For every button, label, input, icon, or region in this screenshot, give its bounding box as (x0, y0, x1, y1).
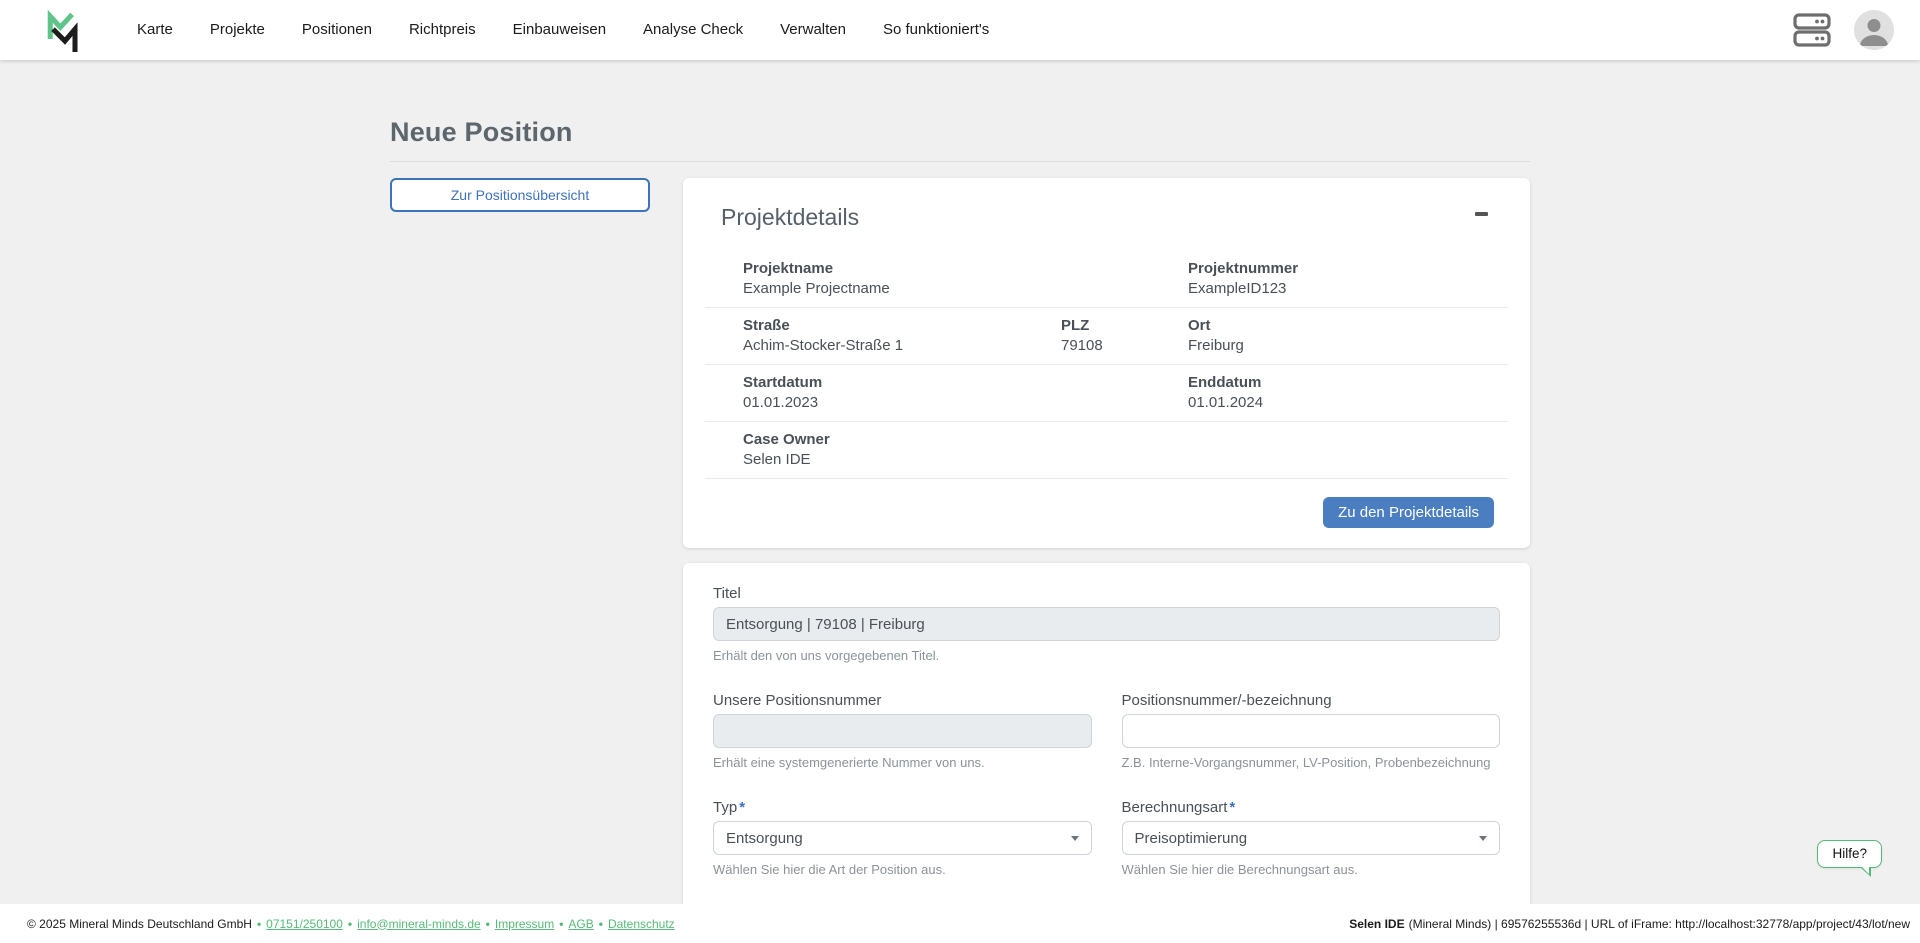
separator: • (599, 917, 603, 931)
table-row: Projektname Example Projectname Projektn… (705, 251, 1508, 308)
positions-overview-button[interactable]: Zur Positionsübersicht (390, 178, 650, 212)
table-row: Straße Achim-Stocker-Straße 1 PLZ 79108 … (705, 308, 1508, 365)
project-details-card: Projektdetails Projektname Example Proje… (683, 178, 1530, 548)
help-button[interactable]: Hilfe? (1817, 840, 1882, 868)
berechnungsart-label: Berechnungsart* (1122, 799, 1501, 816)
mineral-minds-logo[interactable] (43, 8, 85, 52)
main-nav: Karte Projekte Positionen Richtpreis Ein… (137, 21, 989, 39)
nav-so-funktionierts[interactable]: So funktioniert's (883, 21, 989, 38)
nav-analyse-check[interactable]: Analyse Check (643, 21, 743, 38)
unsere-positionsnummer-label: Unsere Positionsnummer (713, 692, 1092, 709)
berechnungsart-select[interactable]: Preisoptimierung (1122, 821, 1501, 855)
separator: • (486, 917, 490, 931)
main-content: Neue Position Zur Positionsübersicht Pro… (0, 60, 1920, 943)
chevron-down-icon (1071, 836, 1079, 841)
field-strasse: Straße Achim-Stocker-Straße 1 (705, 317, 1045, 354)
titel-field-group: Titel Erhält den von uns vorgegebenen Ti… (713, 585, 1500, 663)
positionsnummer-group: Positionsnummer/-bezeichnung Z.B. Intern… (1122, 692, 1501, 770)
collapse-card-button[interactable] (1471, 204, 1492, 224)
field-projektnummer: Projektnummer ExampleID123 (1172, 260, 1508, 297)
chevron-down-icon (1479, 836, 1487, 841)
unsere-positionsnummer-group: Unsere Positionsnummer Erhält eine syste… (713, 692, 1092, 770)
field-plz: PLZ 79108 (1045, 317, 1172, 354)
project-details-button[interactable]: Zu den Projektdetails (1323, 497, 1494, 528)
table-row: Startdatum 01.01.2023 Enddatum 01.01.202… (705, 365, 1508, 422)
nav-verwalten[interactable]: Verwalten (780, 21, 846, 38)
typ-label: Typ* (713, 799, 1092, 816)
nav-positionen[interactable]: Positionen (302, 21, 372, 38)
separator: • (257, 917, 261, 931)
titel-input (713, 607, 1500, 641)
top-navbar: Karte Projekte Positionen Richtpreis Ein… (0, 0, 1920, 60)
field-enddatum: Enddatum 01.01.2024 (1172, 374, 1508, 411)
session-user: Selen IDE (1349, 917, 1404, 931)
session-info: Selen IDE (Mineral Minds) | 69576255536d… (1349, 917, 1910, 931)
nav-karte[interactable]: Karte (137, 21, 173, 38)
positionsnummer-label: Positionsnummer/-bezeichnung (1122, 692, 1501, 709)
position-form-card: Titel Erhält den von uns vorgegebenen Ti… (683, 563, 1530, 943)
separator: • (559, 917, 563, 931)
footer-link-email[interactable]: info@mineral-minds.de (357, 917, 481, 931)
project-details-table: Projektname Example Projectname Projektn… (705, 251, 1508, 479)
footer-link-agb[interactable]: AGB (568, 917, 593, 931)
avatar-icon[interactable] (1854, 10, 1894, 50)
header-actions (1792, 10, 1894, 50)
separator: • (348, 917, 352, 931)
title-divider (390, 161, 1530, 162)
positionsnummer-input[interactable] (1122, 714, 1501, 748)
berechnungsart-group: Berechnungsart* Preisoptimierung Wählen … (1122, 799, 1501, 906)
footer-link-datenschutz[interactable]: Datenschutz (608, 917, 675, 931)
titel-helper: Erhält den von uns vorgegebenen Titel. (713, 648, 1500, 663)
positionsnummer-helper: Z.B. Interne-Vorgangsnummer, LV-Position… (1122, 755, 1501, 770)
required-mark: * (1229, 799, 1235, 816)
unsere-positionsnummer-input (713, 714, 1092, 748)
nav-einbauweisen[interactable]: Einbauweisen (513, 21, 606, 38)
footer: © 2025 Mineral Minds Deutschland GmbH • … (0, 904, 1920, 943)
nav-richtpreis[interactable]: Richtpreis (409, 21, 476, 38)
typ-select[interactable]: Entsorgung (713, 821, 1092, 855)
field-case-owner: Case Owner Selen IDE (705, 431, 1508, 468)
table-row: Case Owner Selen IDE (705, 422, 1508, 479)
unsere-positionsnummer-helper: Erhält eine systemgenerierte Nummer von … (713, 755, 1092, 770)
field-startdatum: Startdatum 01.01.2023 (705, 374, 1172, 411)
session-details: (Mineral Minds) | 69576255536d | URL of … (1409, 917, 1910, 931)
field-projektname: Projektname Example Projectname (705, 260, 1172, 297)
minus-icon (1475, 212, 1488, 216)
copyright-text: © 2025 Mineral Minds Deutschland GmbH (27, 917, 252, 931)
footer-link-phone[interactable]: 07151/250100 (266, 917, 343, 931)
field-ort: Ort Freiburg (1172, 317, 1508, 354)
project-card-title: Projektdetails (721, 204, 859, 231)
berechnungsart-helper: Wählen Sie hier die Berechnungsart aus. (1122, 862, 1501, 877)
server-stack-icon[interactable] (1792, 11, 1832, 49)
page-title: Neue Position (390, 117, 1530, 148)
titel-label: Titel (713, 585, 1500, 602)
nav-projekte[interactable]: Projekte (210, 21, 265, 38)
typ-group: Typ* Entsorgung Wählen Sie hier die Art … (713, 799, 1092, 877)
footer-link-impressum[interactable]: Impressum (495, 917, 554, 931)
required-mark: * (739, 799, 745, 816)
typ-helper: Wählen Sie hier die Art der Position aus… (713, 862, 1092, 877)
